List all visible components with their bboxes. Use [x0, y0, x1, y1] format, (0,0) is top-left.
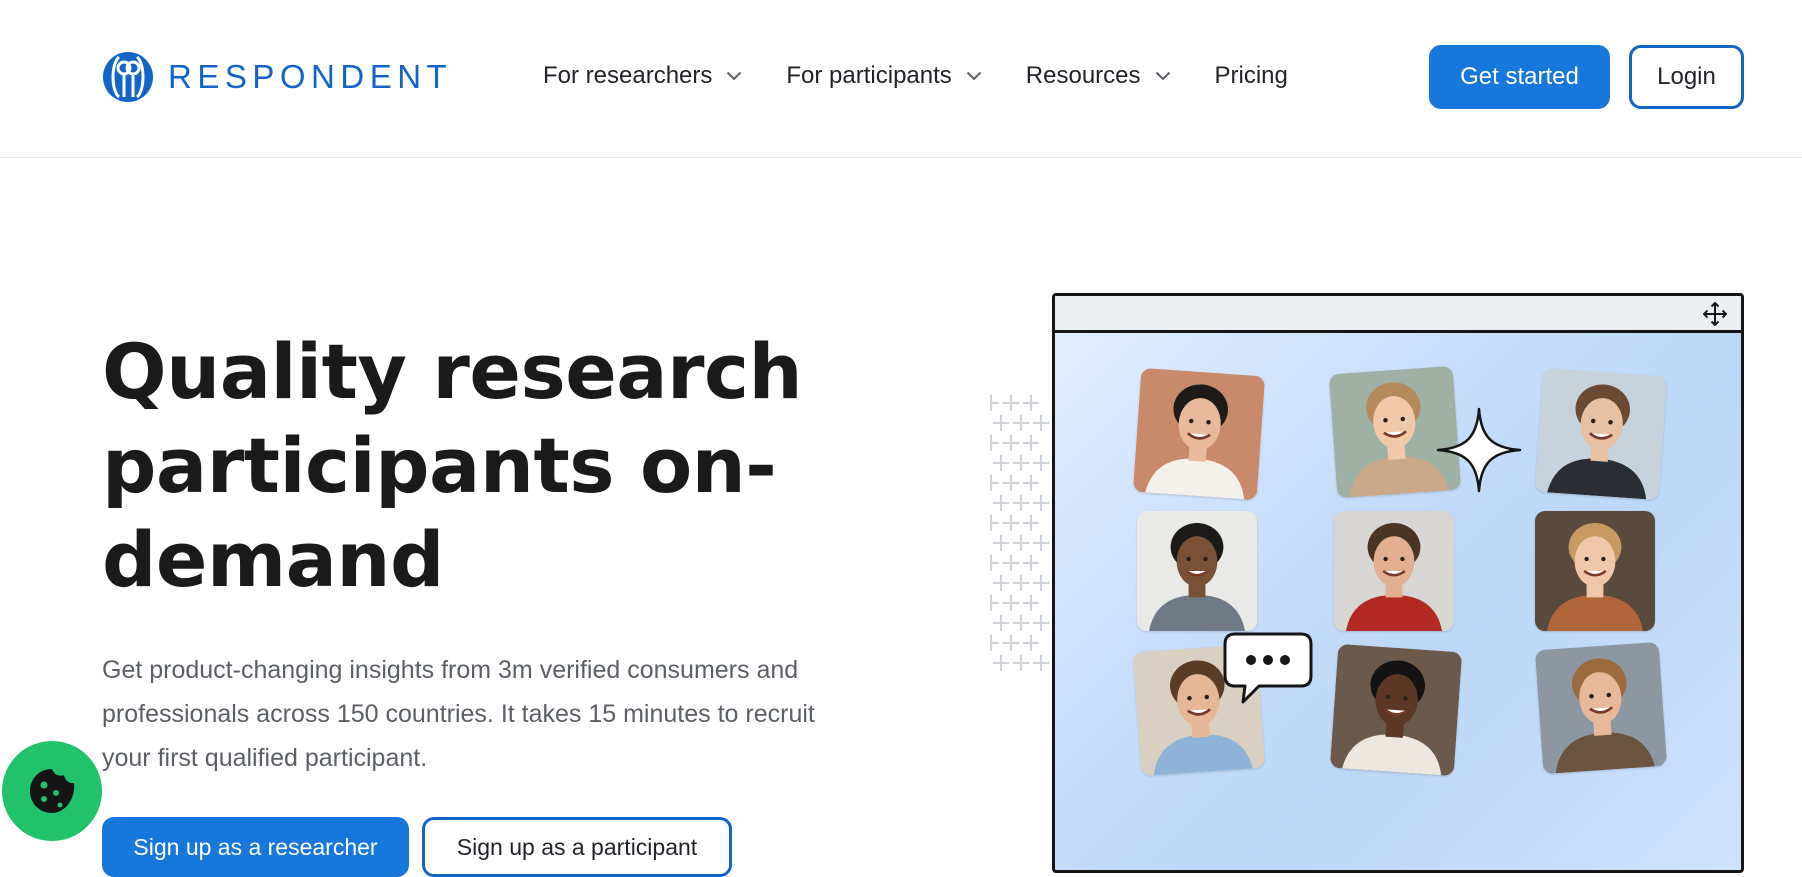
nav-item-for-researchers[interactable]: For researchers [543, 62, 742, 90]
hero-title-line: Quality research [102, 327, 803, 416]
cookie-icon [30, 769, 75, 813]
sparkle-icon [1436, 407, 1522, 493]
participant-avatar [1534, 367, 1668, 501]
brand-logo[interactable]: RESPONDENT [102, 50, 452, 104]
logo-mark-icon [103, 52, 153, 102]
participant-avatar [1132, 367, 1266, 501]
window-title-bar [1055, 296, 1741, 333]
participant-avatar [1334, 511, 1454, 631]
chevron-down-icon [727, 71, 742, 81]
hero-title-line: demand [102, 515, 444, 604]
plus-pattern: + + + + + + + + + + + + + + + + + + + + + + + + + + + + + + + + + + + + + + + +… [990, 392, 1052, 852]
participant-avatar [1534, 641, 1668, 775]
cookie-settings-button[interactable] [2, 741, 102, 841]
logo-wordmark: RESPONDENT [168, 58, 453, 95]
nav-item-label: Resources [1025, 62, 1141, 89]
nav-item-label: For participants [786, 62, 952, 89]
nav-item-pricing[interactable]: Pricing [1215, 62, 1288, 90]
nav-item-for-participants[interactable]: For participants [786, 62, 982, 90]
hero-subtitle: Get product-changing insights from 3m ve… [102, 656, 815, 772]
plus-mark: + [990, 648, 1012, 678]
signup-participant-button[interactable]: Sign up as a participant [422, 817, 732, 877]
chevron-down-icon [966, 71, 982, 81]
chevron-down-icon [1155, 71, 1170, 81]
typing-bubble-icon [1223, 632, 1313, 704]
main-nav: For researchers For participants Resourc… [543, 56, 1332, 96]
plus-mark: + [1010, 648, 1032, 678]
hero-title-line: participants on- [102, 421, 777, 510]
nav-item-resources[interactable]: Resources [1026, 62, 1171, 90]
login-button[interactable]: Login [1629, 45, 1744, 109]
move-icon [1703, 302, 1727, 326]
signup-researcher-button[interactable]: Sign up as a researcher [102, 817, 409, 877]
nav-item-label: For researchers [543, 62, 713, 89]
participant-avatar [1535, 511, 1655, 631]
nav-item-label: Pricing [1214, 62, 1288, 89]
participants-window-illustration [1052, 293, 1744, 873]
site-header: RESPONDENT For researchers For participa… [0, 0, 1802, 158]
participant-avatar [1329, 643, 1463, 777]
participant-avatar [1137, 511, 1257, 631]
hero-title: Quality research participants on- demand [102, 325, 822, 607]
get-started-button[interactable]: Get started [1429, 45, 1610, 109]
plus-mark: + [1030, 648, 1052, 678]
